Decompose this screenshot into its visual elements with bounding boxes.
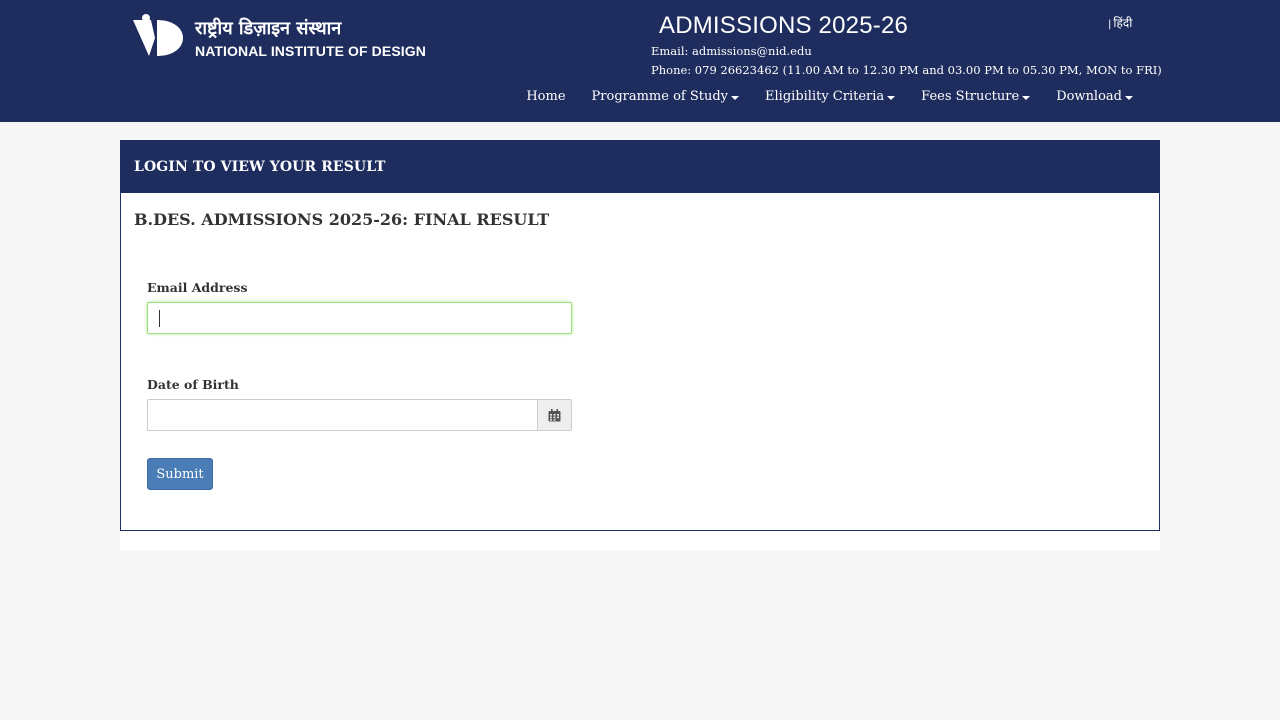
main-nav: Home Programme of Study Eligibility Crit… xyxy=(513,89,1133,104)
site-header: राष्ट्रीय डिज़ाइन संस्थान NATIONAL INSTI… xyxy=(0,0,1280,122)
login-panel-container: LOGIN TO VIEW YOUR RESULT B.DES. ADMISSI… xyxy=(120,140,1160,550)
contact-email: Email: admissions@nid.edu xyxy=(651,44,812,58)
submit-button[interactable]: Submit xyxy=(147,458,213,490)
nav-item-label: Programme of Study xyxy=(591,89,729,104)
caret-down-icon xyxy=(731,95,740,100)
logo-hindi-text: राष्ट्रीय डिज़ाइन संस्थान xyxy=(195,18,342,39)
dob-input-group xyxy=(147,399,572,431)
contact-phone: Phone: 079 26623462 (11.00 AM to 12.30 P… xyxy=(651,63,1162,77)
calendar-icon xyxy=(548,408,561,421)
email-field[interactable] xyxy=(147,302,572,334)
email-label: Email Address xyxy=(147,280,248,295)
caret-down-icon xyxy=(1125,95,1133,100)
login-panel: LOGIN TO VIEW YOUR RESULT B.DES. ADMISSI… xyxy=(120,140,1160,531)
nav-item-label: Eligibility Criteria xyxy=(765,89,885,104)
text-cursor xyxy=(159,310,160,327)
dob-field[interactable] xyxy=(147,399,537,431)
caret-down-icon xyxy=(1022,95,1031,100)
panel-heading: LOGIN TO VIEW YOUR RESULT xyxy=(121,141,1159,193)
nav-item-fees-structure[interactable]: Fees Structure xyxy=(908,89,1043,104)
result-title: B.DES. ADMISSIONS 2025-26: FINAL RESULT xyxy=(134,210,550,229)
nav-item-download[interactable]: Download xyxy=(1043,89,1133,104)
caret-down-icon xyxy=(887,95,896,100)
hindi-language-link[interactable]: हिंदी xyxy=(1113,16,1132,30)
nid-logo[interactable]: राष्ट्रीय डिज़ाइन संस्थान NATIONAL INSTI… xyxy=(133,14,426,60)
dob-label: Date of Birth xyxy=(147,377,239,392)
nav-item-label: Download xyxy=(1056,89,1122,104)
nav-item-home[interactable]: Home xyxy=(513,89,578,104)
nav-item-label: Home xyxy=(526,89,566,104)
nav-item-label: Fees Structure xyxy=(921,89,1020,104)
language-separator: | xyxy=(1108,19,1112,30)
calendar-button[interactable] xyxy=(537,399,572,431)
nid-logo-mark-icon xyxy=(133,14,183,56)
logo-english-text: NATIONAL INSTITUTE OF DESIGN xyxy=(195,43,426,59)
language-switch: | हिंदी xyxy=(1108,14,1132,31)
nav-item-programme-of-study[interactable]: Programme of Study xyxy=(579,89,753,104)
nav-item-eligibility-criteria[interactable]: Eligibility Criteria xyxy=(752,89,908,104)
admissions-title: ADMISSIONS 2025-26 xyxy=(659,12,909,39)
